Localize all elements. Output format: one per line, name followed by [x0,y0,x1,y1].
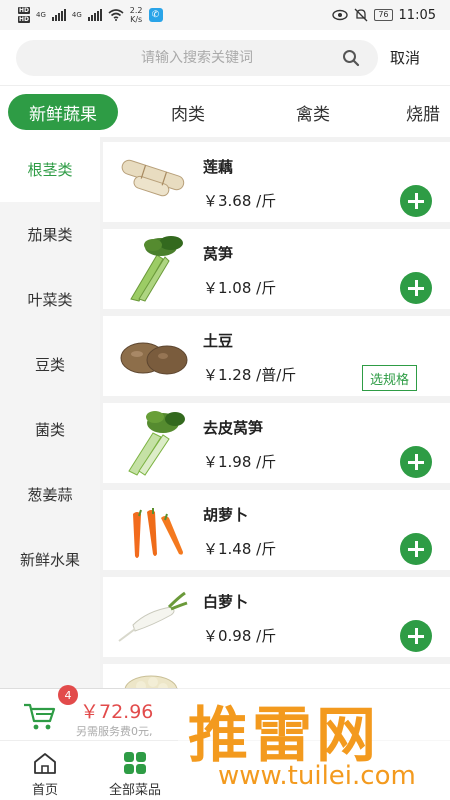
network-label-1: 4G [36,11,46,19]
mute-bell-icon [354,8,368,22]
status-time: 11:05 [398,7,436,23]
status-bar: HD HD 4G 4G 2.2 K/s ✆ 76 11:05 [0,0,450,30]
cart-total-price: ￥72.96 [80,701,154,723]
celtuce-image [130,236,183,302]
shopping-cart-icon[interactable] [22,701,56,731]
sidebar-item-root-vegetables[interactable]: 根茎类 [0,137,100,202]
sidebar-item-fruit-vegetables[interactable]: 茄果类 [0,202,100,267]
category-tab-poultry[interactable]: 禽类 [275,94,351,130]
product-price: ￥1.28 /普/斤 [203,366,297,384]
search-box[interactable] [16,39,378,76]
category-tab-meat[interactable]: 肉类 [150,94,226,130]
network-speed: 2.2 K/s [130,6,143,24]
peeled-celtuce-image [128,411,185,476]
add-to-cart-button[interactable] [400,446,432,478]
add-to-cart-button[interactable] [400,272,432,304]
product-card[interactable]: 白萝卜 ￥0.98 /斤 [103,577,450,657]
signal-icon [51,9,66,21]
grid-icon [124,752,146,774]
product-list: 莲藕 ￥3.68 /斤 莴笋 ￥1.08 /斤 土豆 ￥1.28 /普/斤 选规… [103,137,450,688]
category-tabs: 新鲜蔬果 肉类 禽类 烧腊 [0,85,450,137]
product-card[interactable]: 去皮莴笋 ￥1.98 /斤 [103,403,450,483]
product-card[interactable]: 土豆 ￥1.28 /普/斤 选规格 [103,316,450,396]
lotus-root-image [121,159,185,197]
speed-value: 2.2 [129,6,143,15]
product-name: 土豆 [203,332,234,350]
sidebar-item-leafy-greens[interactable]: 叶菜类 [0,267,100,332]
product-card[interactable]: 莲藕 ￥3.68 /斤 [103,142,450,222]
carrot-image [133,508,183,558]
hd-label-2: HD [18,16,31,23]
sidebar-item-mushrooms[interactable]: 菌类 [0,397,100,462]
tab-all-dishes[interactable]: 全部菜品 [90,741,180,800]
hd-indicator: HD HD [18,6,31,24]
service-fee-note: 另需服务费0元, [76,725,153,738]
product-price: ￥0.98 /斤 [203,627,277,645]
add-to-cart-button[interactable] [400,185,432,217]
sidebar-item-beans[interactable]: 豆类 [0,332,100,397]
category-tab-fresh-produce[interactable]: 新鲜蔬果 [8,94,118,130]
home-icon [34,753,56,774]
search-icon[interactable] [342,49,360,67]
sidebar-item-onion-ginger-garlic[interactable]: 葱姜蒜 [0,462,100,527]
tab-label: 首页 [31,783,58,798]
product-name: 莴笋 [203,245,234,263]
white-radish-image [118,591,188,642]
wifi-icon [108,9,124,21]
potato-image [120,342,188,375]
eye-icon [332,9,349,21]
hd-label-1: HD [18,7,31,14]
product-name: 白萝卜 [203,593,249,611]
add-to-cart-button[interactable] [400,533,432,565]
watermark: 推雷网 www.tuilei.com [178,683,450,800]
subcategory-sidebar: 根茎类 茄果类 叶菜类 豆类 菌类 葱姜蒜 新鲜水果 [0,137,100,688]
category-tab-roast[interactable]: 烧腊 [406,94,450,130]
product-price: ￥3.68 /斤 [203,192,277,210]
app-notification-icon: ✆ [148,8,163,22]
network-label-2: 4G [71,11,82,19]
select-spec-button[interactable]: 选规格 [362,365,418,391]
tab-home[interactable]: 首页 [0,741,90,800]
product-name: 莲藕 [203,158,234,176]
cart-count-badge: 4 [58,685,78,705]
battery-icon: 76 [374,9,393,21]
watermark-url: www.tuilei.com [218,761,416,791]
cancel-button[interactable]: 取消 [390,47,420,68]
speed-unit: K/s [130,15,143,24]
product-name: 去皮莴笋 [203,419,264,437]
search-bar: 取消 [0,30,450,85]
product-price: ￥1.48 /斤 [203,540,277,558]
add-to-cart-button[interactable] [400,620,432,652]
product-price: ￥1.08 /斤 [203,279,277,297]
product-price: ￥1.98 /斤 [203,453,277,471]
sidebar-item-fresh-fruit[interactable]: 新鲜水果 [0,527,100,592]
product-card[interactable]: 胡萝卜 ￥1.48 /斤 [103,490,450,570]
product-name: 胡萝卜 [203,506,249,524]
status-right: 76 11:05 [332,8,436,23]
tab-label: 全部菜品 [108,783,161,798]
signal-icon-2 [87,9,102,21]
status-left: HD HD 4G 4G 2.2 K/s ✆ [18,6,163,24]
search-input[interactable] [57,49,337,66]
product-card[interactable]: 莴笋 ￥1.08 /斤 [103,229,450,309]
